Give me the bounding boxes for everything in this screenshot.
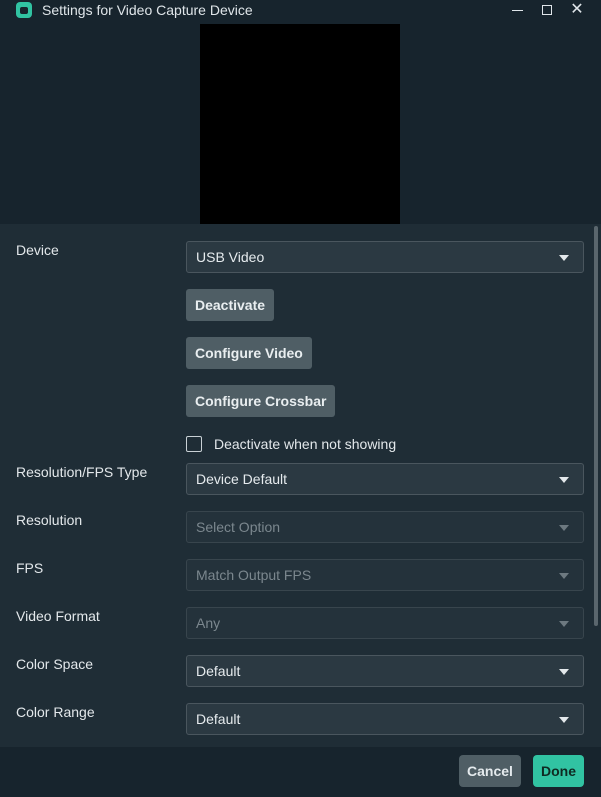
- device-select[interactable]: USB Video: [186, 241, 584, 273]
- maximize-button[interactable]: [533, 0, 561, 20]
- resolution-label: Resolution: [16, 512, 83, 528]
- device-label: Device: [16, 242, 59, 258]
- cancel-button[interactable]: Cancel: [459, 755, 521, 787]
- chevron-down-icon: [559, 525, 569, 531]
- fps-select-value: Match Output FPS: [196, 567, 312, 583]
- video-format-select[interactable]: Any: [186, 607, 584, 639]
- color-range-select-value: Default: [196, 711, 241, 727]
- color-space-select-value: Default: [196, 663, 241, 679]
- resolution-fps-type-select[interactable]: Device Default: [186, 463, 584, 495]
- fps-select[interactable]: Match Output FPS: [186, 559, 584, 591]
- video-format-select-value: Any: [196, 615, 221, 631]
- resolution-select-value: Select Option: [196, 519, 281, 535]
- deactivate-button[interactable]: Deactivate: [186, 289, 275, 321]
- color-space-label: Color Space: [16, 656, 94, 672]
- video-format-label: Video Format: [16, 608, 100, 624]
- configure-video-button[interactable]: Configure Video: [186, 337, 312, 369]
- settings-panel: Device USB Video Deactivate Configure Vi…: [0, 224, 601, 747]
- deactivate-when-not-showing-checkbox[interactable]: [186, 436, 202, 452]
- fps-label: FPS: [16, 560, 44, 576]
- video-preview: [200, 24, 400, 224]
- color-space-select[interactable]: Default: [186, 655, 584, 687]
- deactivate-when-not-showing-label: Deactivate when not showing: [214, 436, 397, 452]
- title-bar: Settings for Video Capture Device ✕: [0, 0, 601, 24]
- chevron-down-icon: [559, 255, 569, 261]
- resolution-fps-type-value: Device Default: [196, 471, 288, 487]
- maximize-icon: [542, 5, 552, 15]
- app-logo-icon: [16, 2, 32, 18]
- color-range-select[interactable]: Default: [186, 703, 584, 735]
- chevron-down-icon: [559, 477, 569, 483]
- color-range-label: Color Range: [16, 704, 95, 720]
- chevron-down-icon: [559, 717, 569, 723]
- resolution-select[interactable]: Select Option: [186, 511, 584, 543]
- close-button[interactable]: ✕: [563, 0, 591, 20]
- done-button[interactable]: Done: [533, 755, 584, 787]
- chevron-down-icon: [559, 669, 569, 675]
- configure-crossbar-button[interactable]: Configure Crossbar: [186, 385, 336, 417]
- video-preview-area: [0, 24, 601, 224]
- window-title: Settings for Video Capture Device: [42, 2, 253, 18]
- minimize-icon: [511, 9, 523, 11]
- minimize-button[interactable]: [503, 0, 531, 20]
- scrollbar[interactable]: [594, 226, 598, 626]
- resolution-fps-type-label: Resolution/FPS Type: [16, 464, 148, 480]
- chevron-down-icon: [559, 573, 569, 579]
- device-select-value: USB Video: [196, 249, 265, 265]
- chevron-down-icon: [559, 621, 569, 627]
- dialog-footer: Cancel Done: [0, 747, 601, 797]
- close-icon: ✕: [570, 1, 584, 18]
